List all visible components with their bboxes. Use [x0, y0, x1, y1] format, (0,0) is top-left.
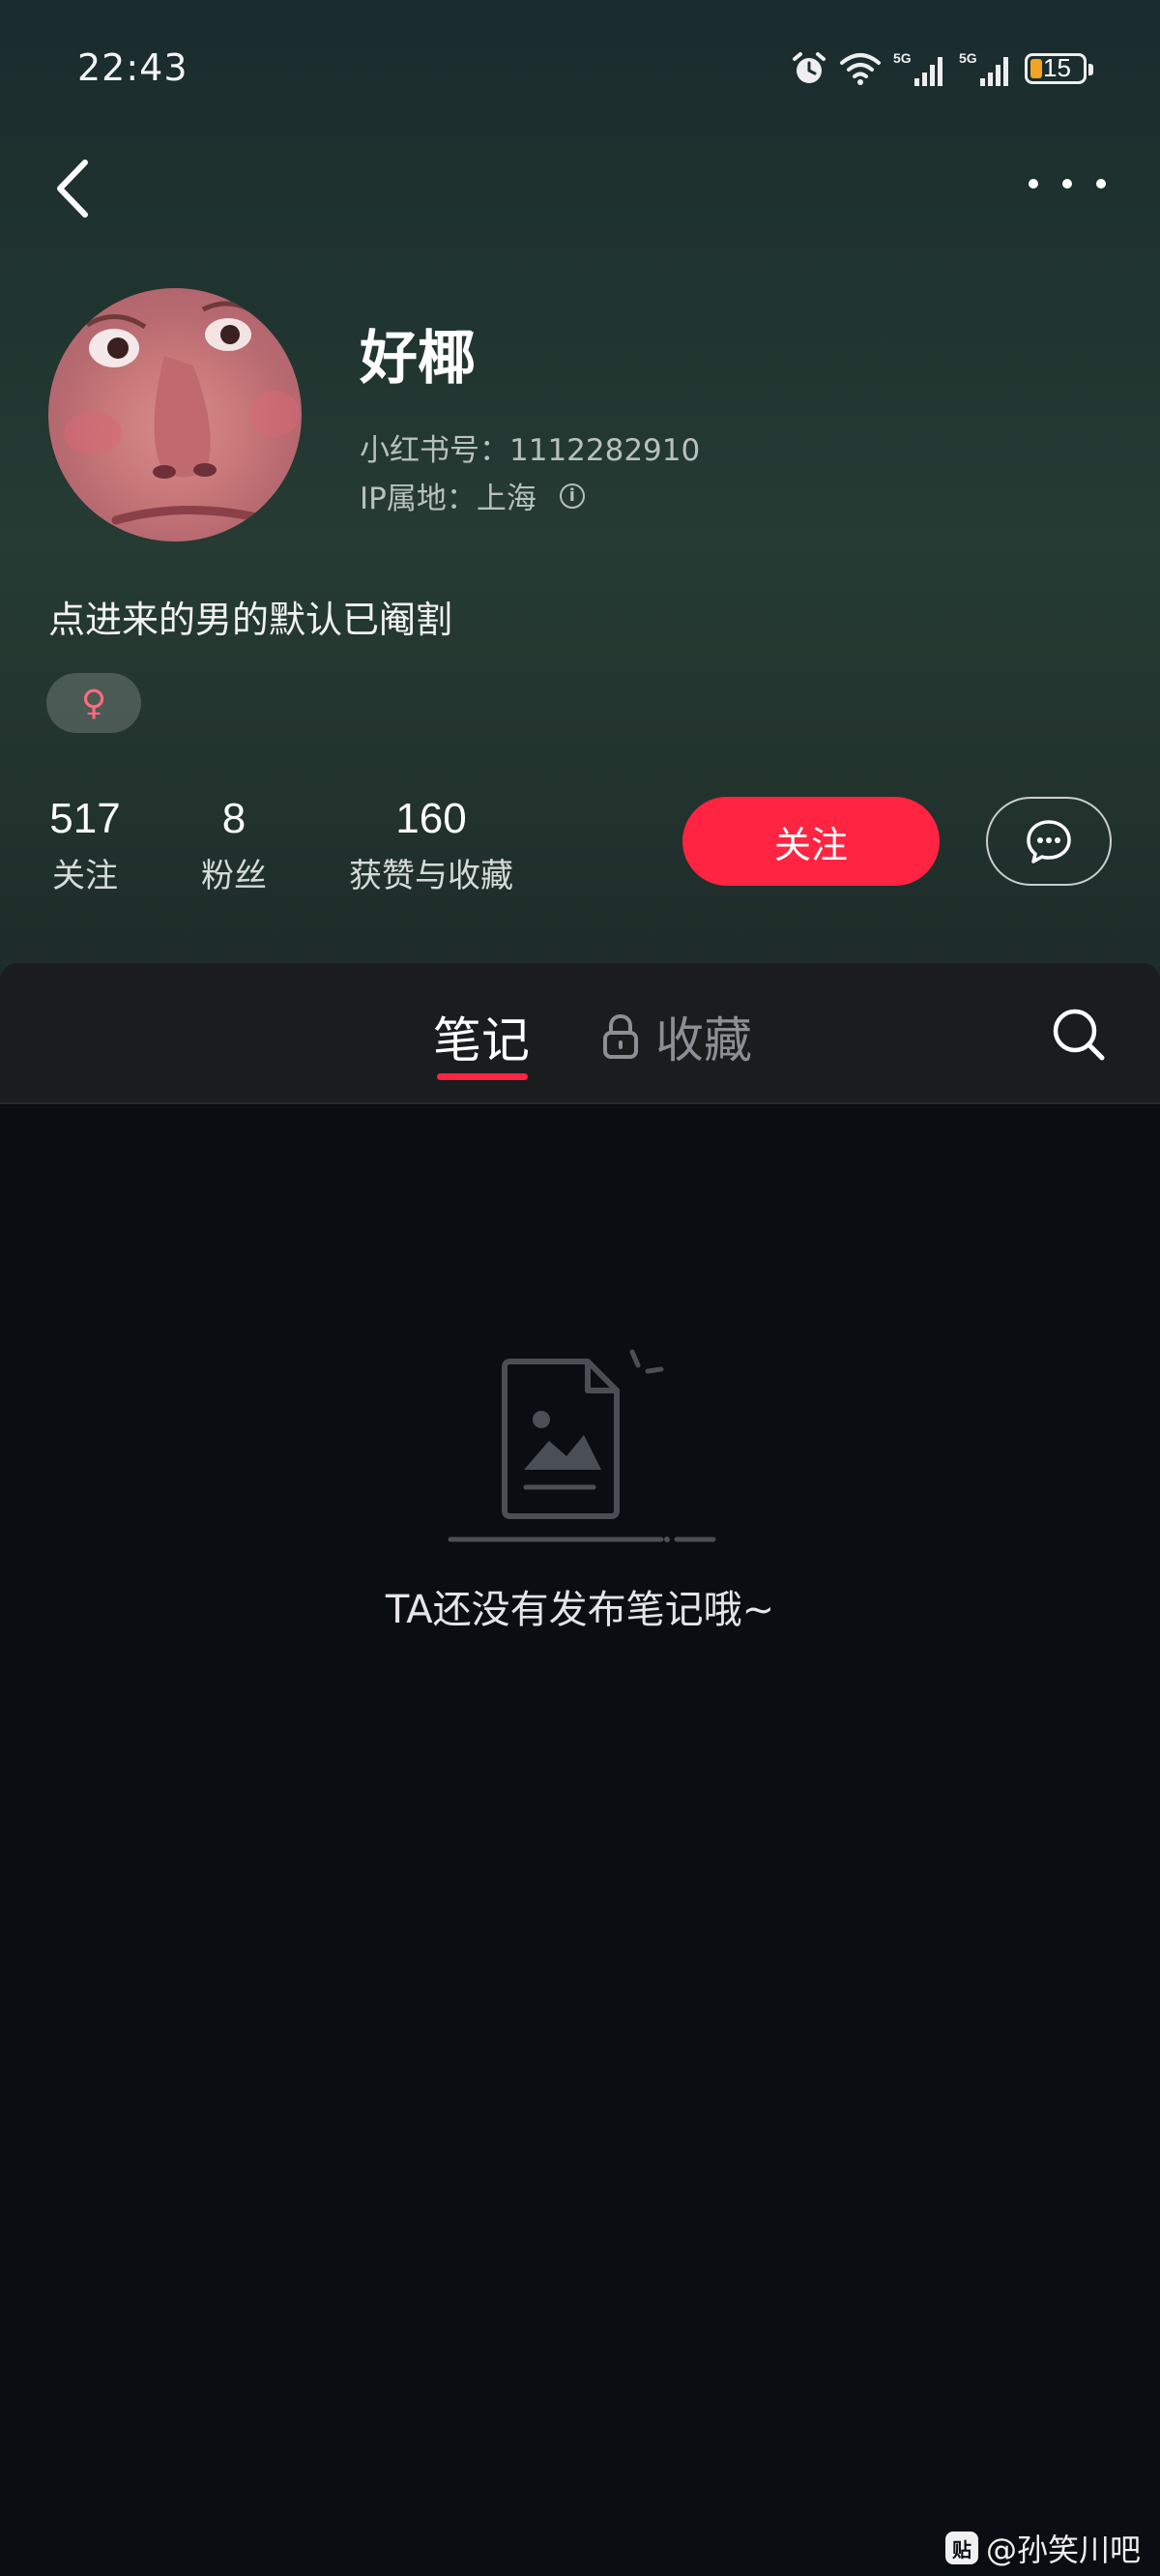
battery-icon: 15	[1025, 53, 1093, 84]
info-icon[interactable]: i	[559, 483, 585, 509]
wifi-icon	[840, 53, 881, 85]
ip-location-text: IP属地：上海	[360, 482, 536, 516]
stat-value: 8	[221, 795, 246, 842]
profile-bio: 点进来的男的默认已阉割	[48, 599, 453, 641]
stat-label: 粉丝	[201, 857, 267, 895]
gender-tag: ♀	[46, 673, 141, 733]
tab-notes[interactable]: 笔记	[433, 1002, 530, 1071]
battery-level: 15	[1043, 53, 1071, 82]
stat-label: 关注	[52, 857, 118, 895]
watermark: 贴 @孙笑川吧	[944, 2526, 1141, 2570]
back-button[interactable]	[48, 155, 106, 222]
profile-name: 好椰	[360, 325, 476, 393]
more-options-button[interactable]	[1029, 164, 1106, 203]
network-type-label: 5G	[893, 50, 912, 66]
empty-notes-illustration	[443, 1342, 717, 1545]
stat-label: 获赞与收藏	[349, 857, 513, 895]
status-icons: 5G 5G 15	[791, 46, 1093, 91]
watermark-text: @孙笑川吧	[985, 2532, 1141, 2568]
follow-button[interactable]: 关注	[682, 797, 940, 886]
message-button[interactable]	[986, 797, 1112, 886]
network-type-label-2: 5G	[959, 50, 977, 66]
content-tabs-bar	[0, 963, 1160, 1104]
stat-value: 160	[395, 795, 467, 842]
status-time: 22:43	[77, 46, 188, 89]
female-icon: ♀	[80, 683, 107, 723]
lock-icon	[603, 1013, 638, 1059]
more-dot-icon	[1096, 179, 1106, 189]
avatar[interactable]	[48, 288, 302, 542]
cellular-signal-icon-2: 5G	[959, 50, 1008, 86]
tieba-logo-icon: 贴	[944, 2532, 978, 2564]
redbook-id[interactable]: 小红书号：1112282910	[360, 425, 700, 469]
more-dot-icon	[1062, 179, 1072, 189]
chevron-left-icon	[57, 160, 88, 218]
stat-likes-collections[interactable]: 160 获赞与收藏	[344, 795, 518, 896]
stat-following[interactable]: 517 关注	[48, 795, 122, 896]
more-dot-icon	[1029, 179, 1038, 189]
document-image-icon	[448, 1349, 716, 1542]
avatar-face-image	[64, 301, 300, 525]
tab-collections-label: 收藏	[655, 1012, 752, 1068]
tab-collections[interactable]: 收藏	[601, 1002, 752, 1071]
stat-followers[interactable]: 8 粉丝	[197, 795, 271, 896]
ip-location: IP属地：上海 i	[360, 474, 585, 517]
tab-active-indicator	[437, 1073, 528, 1080]
chat-bubble-icon	[1027, 820, 1071, 864]
alarm-icon	[793, 52, 826, 83]
search-button[interactable]	[1050, 1006, 1108, 1064]
empty-state-message: TA还没有发布笔记哦~	[385, 1588, 775, 1632]
cellular-signal-icon: 5G	[893, 50, 942, 86]
search-icon	[1053, 1009, 1105, 1061]
stat-value: 517	[49, 795, 121, 842]
